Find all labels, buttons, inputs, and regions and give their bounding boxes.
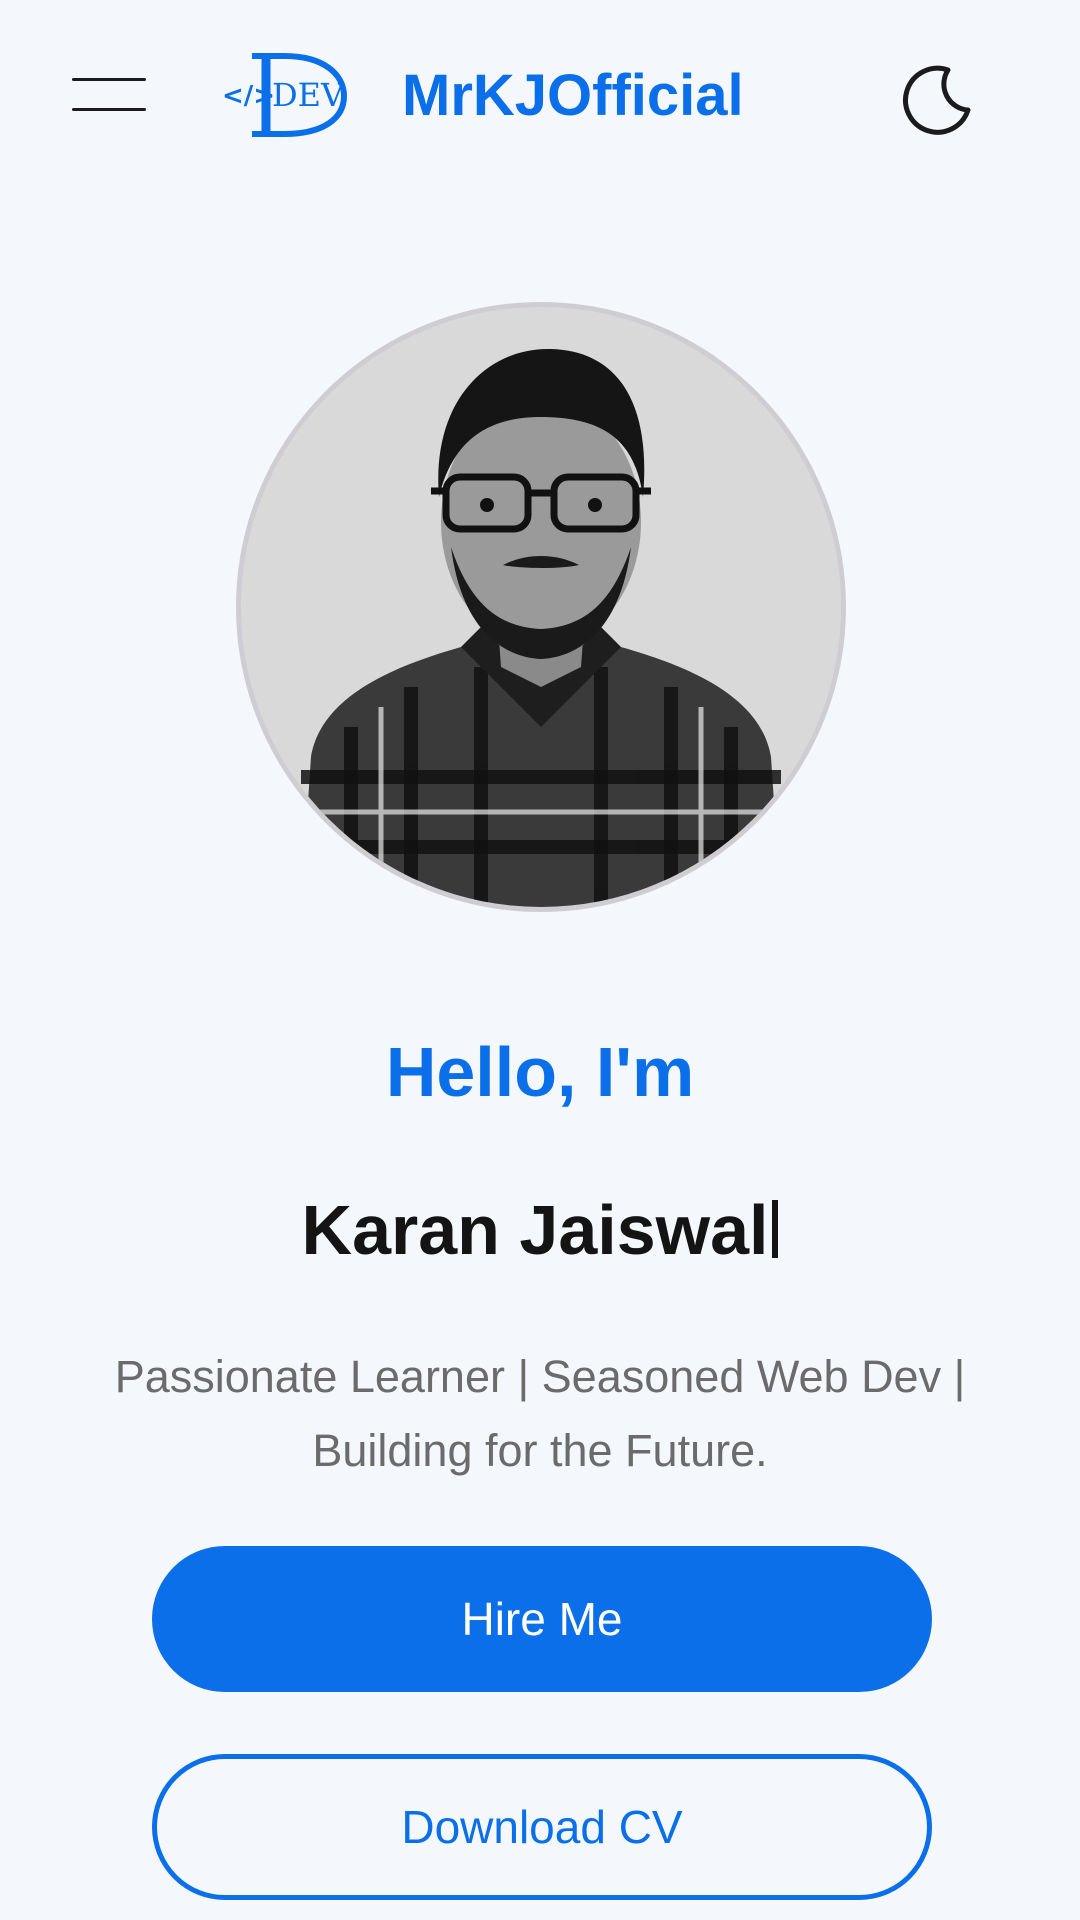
hamburger-menu-icon-bottom-bar xyxy=(72,108,146,111)
hero-name: Karan Jaiswal xyxy=(301,1191,769,1269)
hamburger-menu-button[interactable] xyxy=(60,68,160,122)
theme-toggle-button[interactable] xyxy=(888,52,984,148)
hero-tagline: Passionate Learner | Seasoned Web Dev | … xyxy=(114,1351,966,1476)
hamburger-menu-icon-top-bar xyxy=(72,78,146,81)
logo-dev-text: DEV xyxy=(272,76,345,114)
profile-avatar xyxy=(236,302,846,912)
download-cv-button[interactable]: Download CV xyxy=(152,1754,932,1900)
logo-code-glyph: </> xyxy=(222,81,275,111)
hire-me-label: Hire Me xyxy=(461,1593,623,1645)
hero-greeting: Hello, I'm xyxy=(385,1033,695,1111)
dev-logo-icon: </> DEV xyxy=(222,53,348,137)
brand-name[interactable]: MrKJOfficial xyxy=(402,58,744,134)
dev-logo[interactable]: </> DEV xyxy=(222,50,362,140)
download-cv-label: Download CV xyxy=(401,1801,683,1853)
top-nav-bar: </> DEV MrKJOfficial xyxy=(0,0,1080,190)
profile-photo xyxy=(241,307,841,907)
hire-me-button[interactable]: Hire Me xyxy=(152,1546,932,1692)
hero-name-wrap: Karan Jaiswal xyxy=(0,1188,1080,1272)
moon-icon xyxy=(903,65,971,135)
typing-cursor xyxy=(772,1200,779,1258)
